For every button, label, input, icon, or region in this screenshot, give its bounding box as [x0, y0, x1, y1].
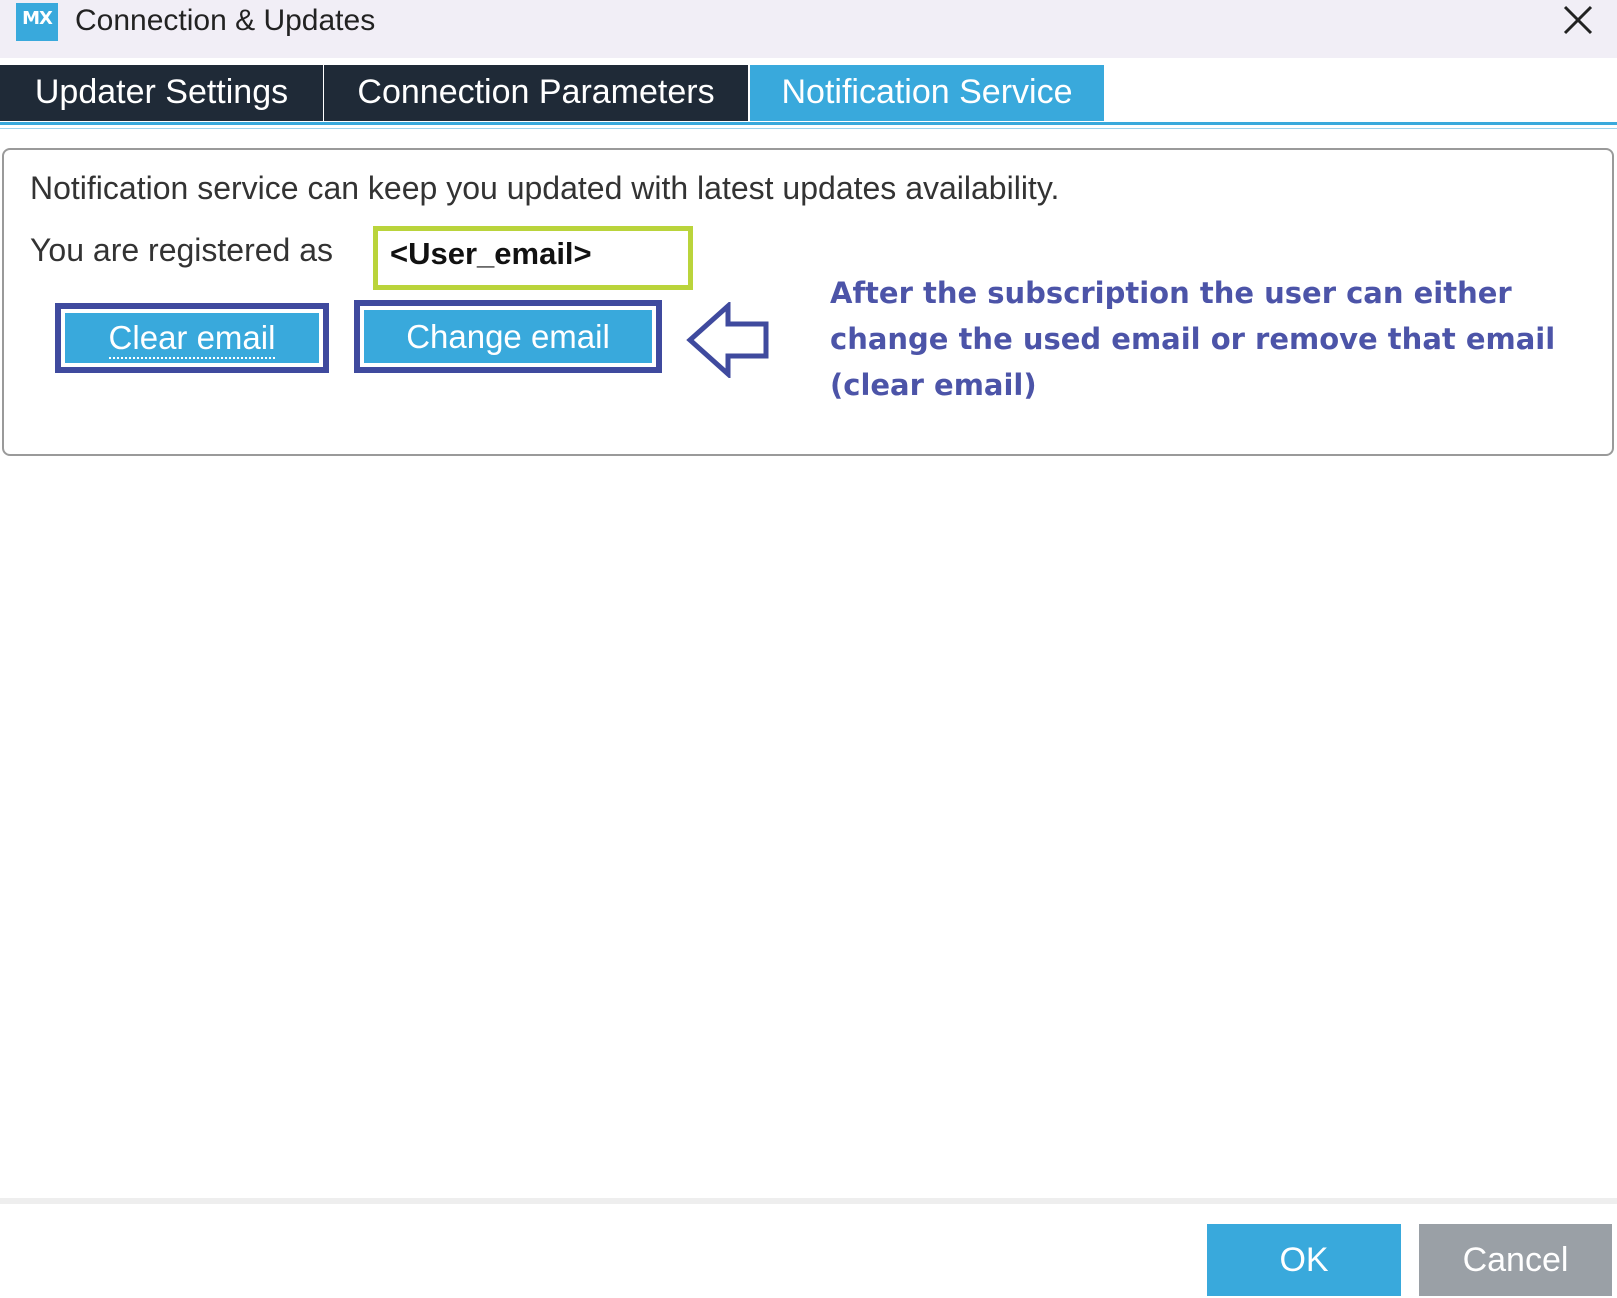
annotation-line: (clear email)	[830, 368, 1037, 402]
tab-bar: Updater Settings Connection Parameters N…	[0, 65, 1617, 121]
tab-underline	[0, 122, 1617, 125]
tab-underline-secondary	[0, 128, 1617, 129]
ok-button[interactable]: OK	[1207, 1224, 1401, 1296]
registered-label: You are registered as	[30, 232, 334, 268]
footer-separator	[0, 1198, 1617, 1204]
annotation-line: After the subscription the user can eith…	[830, 276, 1512, 310]
left-arrow-icon	[686, 302, 769, 378]
change-email-button[interactable]: Change email	[364, 310, 652, 363]
registered-email: <User_email>	[390, 236, 592, 271]
tab-connection-parameters[interactable]: Connection Parameters	[324, 65, 748, 121]
app-logo-icon: MX	[16, 3, 58, 41]
cancel-button[interactable]: Cancel	[1419, 1224, 1612, 1296]
clear-email-label: Clear email	[108, 319, 276, 359]
tab-updater-settings[interactable]: Updater Settings	[0, 65, 323, 121]
window-title: Connection & Updates	[75, 4, 376, 37]
connection-updates-dialog: MX Connection & Updates Updater Settings…	[0, 0, 1617, 1298]
clear-email-button[interactable]: Clear email	[65, 313, 319, 363]
annotation-text: After the subscription the user can eith…	[830, 270, 1610, 408]
change-email-label: Change email	[406, 318, 610, 355]
annotation-line: change the used email or remove that ema…	[830, 322, 1556, 356]
notification-description: Notification service can keep you update…	[30, 170, 1060, 206]
close-icon	[1563, 5, 1593, 35]
close-button[interactable]	[1553, 0, 1603, 42]
tab-notification-service[interactable]: Notification Service	[750, 65, 1104, 121]
title-bar: MX Connection & Updates	[0, 0, 1617, 58]
